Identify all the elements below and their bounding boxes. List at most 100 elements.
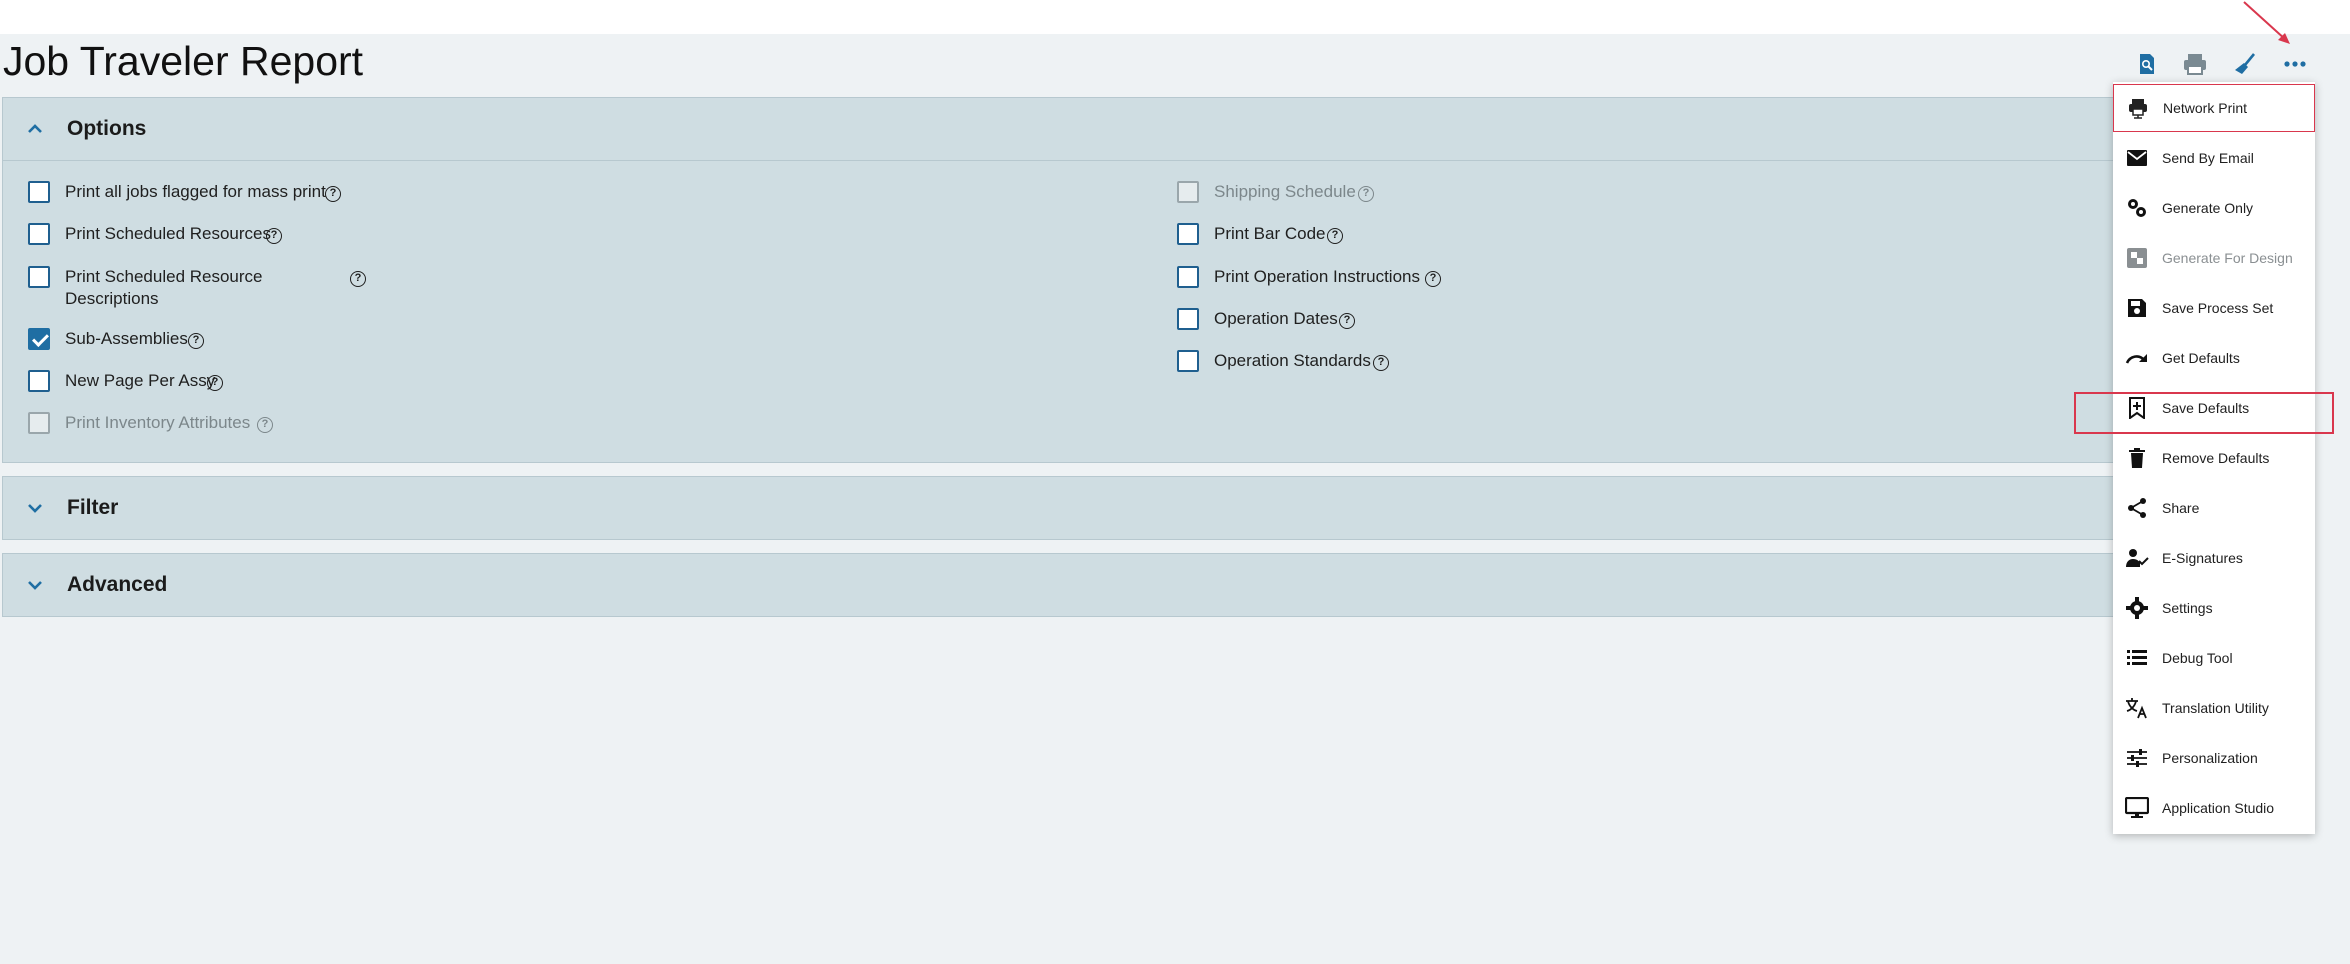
page-title: Job Traveler Report <box>3 38 364 84</box>
email-icon <box>2125 146 2149 170</box>
checkbox-box-checked[interactable] <box>28 328 50 350</box>
menu-item-label: Send By Email <box>2162 150 2254 166</box>
checkbox-label: Operation Standards <box>1214 351 1371 370</box>
help-icon[interactable]: ? <box>207 375 223 391</box>
network-print-icon <box>2126 96 2150 120</box>
more-options-menu: Network Print Send By Email Generate Onl… <box>2113 82 2315 834</box>
menu-item-generate-only[interactable]: Generate Only <box>2113 184 2315 232</box>
checkbox-box[interactable] <box>28 266 50 288</box>
chevron-down-icon <box>28 581 42 590</box>
menu-item-get-defaults[interactable]: Get Defaults <box>2113 334 2315 382</box>
checkbox-box-disabled <box>1177 181 1199 203</box>
menu-item-label: Remove Defaults <box>2162 450 2270 466</box>
menu-item-debug-tool[interactable]: Debug Tool <box>2113 634 2315 682</box>
checkbox-sub-assemblies[interactable]: Sub-Assemblies <box>28 328 188 350</box>
clear-icon[interactable] <box>2231 50 2259 78</box>
menu-item-label: Save Process Set <box>2162 300 2274 316</box>
menu-item-label: Personalization <box>2162 750 2258 766</box>
help-icon[interactable]: ? <box>257 417 273 433</box>
menu-item-send-by-email[interactable]: Send By Email <box>2113 134 2315 182</box>
monitor-icon <box>2125 796 2149 820</box>
print-icon[interactable] <box>2181 50 2209 78</box>
sliders-icon <box>2125 746 2149 770</box>
checkbox-box[interactable] <box>1177 266 1199 288</box>
checkbox-box[interactable] <box>1177 350 1199 372</box>
checkbox-box[interactable] <box>28 370 50 392</box>
menu-item-label: Settings <box>2162 600 2213 616</box>
checkbox-operation-standards[interactable]: Operation Standards <box>1177 350 1371 372</box>
menu-item-e-signatures[interactable]: E-Signatures <box>2113 534 2315 582</box>
menu-item-personalization[interactable]: Personalization <box>2113 734 2315 782</box>
share-icon <box>2125 496 2149 520</box>
checkbox-print-scheduled-resource-descriptions[interactable]: Print Scheduled Resource Descriptions <box>28 266 295 310</box>
help-icon[interactable]: ? <box>266 228 282 244</box>
options-panel-header[interactable]: Options <box>3 98 2115 161</box>
menu-item-label: Get Defaults <box>2162 350 2240 366</box>
bookmark-add-icon <box>2125 396 2149 420</box>
chevron-down-icon <box>28 504 42 513</box>
checkbox-box[interactable] <box>28 181 50 203</box>
menu-item-save-defaults[interactable]: Save Defaults <box>2113 384 2315 432</box>
options-panel: Options Print all jobs flagged for mass … <box>2 97 2116 463</box>
help-icon[interactable]: ? <box>1358 186 1374 202</box>
checkbox-box-disabled <box>28 412 50 434</box>
translate-icon <box>2125 696 2149 720</box>
checkbox-label: Sub-Assemblies <box>65 329 188 348</box>
checkbox-label: Print Operation Instructions <box>1214 267 1420 286</box>
checkbox-box[interactable] <box>1177 308 1199 330</box>
help-icon[interactable]: ? <box>350 271 366 287</box>
menu-item-network-print[interactable]: Network Print <box>2113 84 2315 132</box>
signature-icon <box>2125 546 2149 570</box>
checkbox-label: Print Bar Code <box>1214 224 1326 243</box>
checkbox-label: Shipping Schedule <box>1214 182 1356 201</box>
checkbox-label: Print Inventory Attributes <box>65 413 251 432</box>
menu-item-label: Debug Tool <box>2162 650 2233 666</box>
checkbox-print-inventory-attributes: Print Inventory Attributes <box>28 412 250 434</box>
menu-item-translation-utility[interactable]: Translation Utility <box>2113 684 2315 732</box>
help-icon[interactable]: ? <box>1373 355 1389 371</box>
menu-item-label: Save Defaults <box>2162 400 2250 416</box>
checkbox-label: New Page Per Assy <box>65 371 216 390</box>
menu-item-label: Application Studio <box>2162 800 2275 816</box>
checkbox-label: Operation Dates <box>1214 309 1338 328</box>
checkbox-box[interactable] <box>1177 223 1199 245</box>
checkbox-print-all-jobs[interactable]: Print all jobs flagged for mass print <box>28 181 326 203</box>
help-icon[interactable]: ? <box>1425 271 1441 287</box>
menu-item-settings[interactable]: Settings <box>2113 584 2315 632</box>
save-icon <box>2125 296 2149 320</box>
trash-icon <box>2125 446 2149 470</box>
checkbox-print-operation-instructions[interactable]: Print Operation Instructions <box>1177 266 1420 288</box>
help-icon[interactable]: ? <box>325 186 341 202</box>
checkbox-label: Print all jobs flagged for mass print <box>65 182 326 201</box>
checkbox-new-page-per-assy[interactable]: New Page Per Assy <box>28 370 215 392</box>
menu-item-application-studio[interactable]: Application Studio <box>2113 784 2315 832</box>
advanced-panel: Advanced <box>2 553 2116 617</box>
preview-icon[interactable] <box>2133 50 2161 78</box>
help-icon[interactable]: ? <box>1327 228 1343 244</box>
menu-item-label: E-Signatures <box>2162 550 2243 566</box>
options-panel-title: Options <box>67 117 147 140</box>
advanced-panel-header[interactable]: Advanced <box>3 554 2115 616</box>
menu-item-share[interactable]: Share <box>2113 484 2315 532</box>
design-icon <box>2125 246 2149 270</box>
gear-icon <box>2125 596 2149 620</box>
menu-item-remove-defaults[interactable]: Remove Defaults <box>2113 434 2315 482</box>
checkbox-print-scheduled-resources[interactable]: Print Scheduled Resources <box>28 223 271 245</box>
help-icon[interactable]: ? <box>1339 313 1355 329</box>
checkbox-print-bar-code[interactable]: Print Bar Code <box>1177 223 1326 245</box>
gears-icon <box>2125 196 2149 220</box>
filter-panel: Filter <box>2 476 2116 540</box>
menu-item-generate-for-design: Generate For Design <box>2113 234 2315 282</box>
help-icon[interactable]: ? <box>188 333 204 349</box>
menu-item-save-process-set[interactable]: Save Process Set <box>2113 284 2315 332</box>
checkbox-box[interactable] <box>28 223 50 245</box>
checkbox-operation-dates[interactable]: Operation Dates <box>1177 308 1338 330</box>
menu-item-label: Translation Utility <box>2162 700 2269 716</box>
more-options-icon[interactable] <box>2281 50 2309 78</box>
advanced-panel-title: Advanced <box>67 573 168 596</box>
checkbox-label: Print Scheduled Resources <box>65 224 272 243</box>
filter-panel-title: Filter <box>67 496 119 519</box>
checkbox-shipping-schedule: Shipping Schedule <box>1177 181 1356 203</box>
filter-panel-header[interactable]: Filter <box>3 477 2115 539</box>
menu-item-label: Generate Only <box>2162 200 2254 216</box>
